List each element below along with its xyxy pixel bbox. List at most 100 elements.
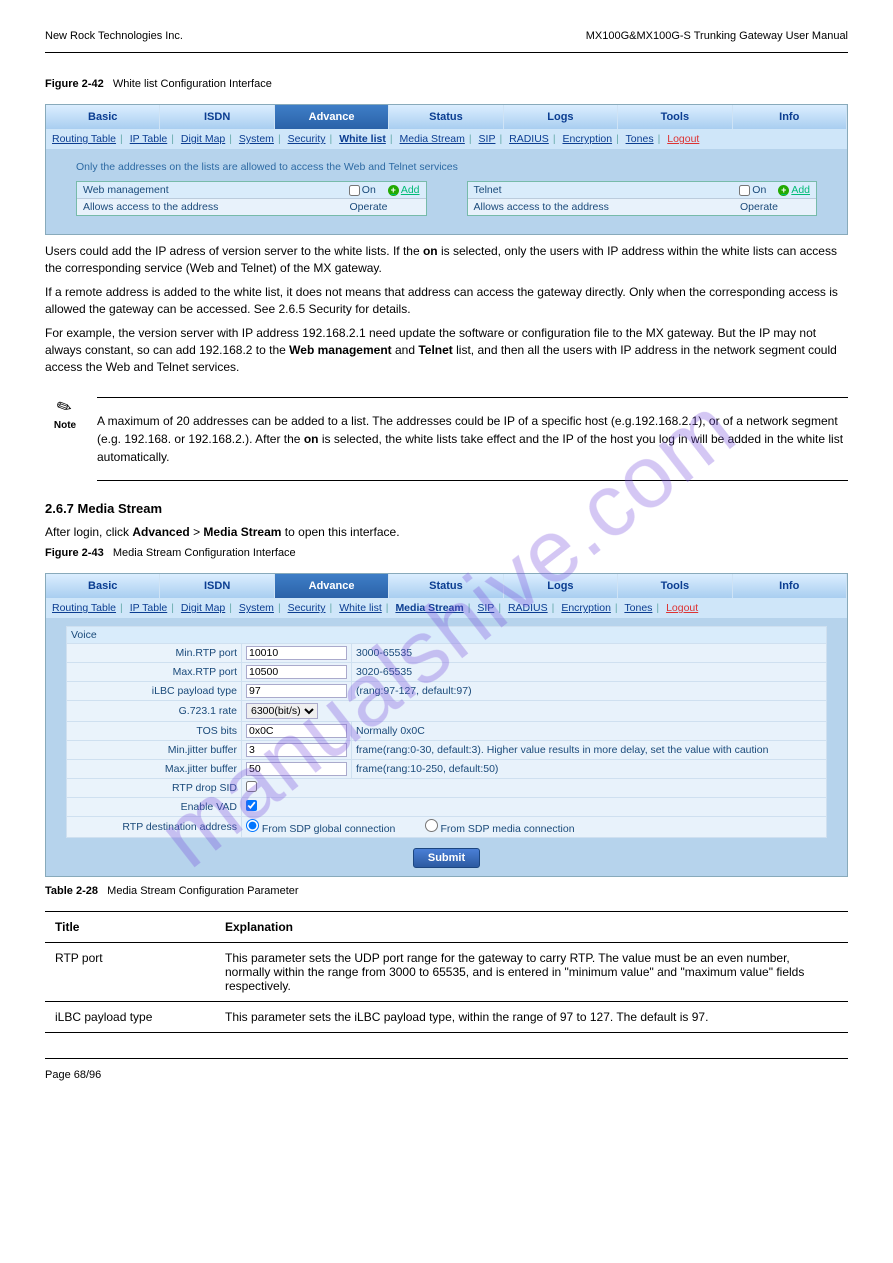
maxjb-hint: frame(rang:10-250, default:50)	[352, 760, 827, 779]
subnav-2: Routing Table| IP Table| Digit Map| Syst…	[46, 598, 847, 618]
tab2-isdn[interactable]: ISDN	[160, 574, 274, 598]
tab-logs[interactable]: Logs	[504, 105, 618, 129]
rtpdest-media-radio[interactable]	[425, 819, 438, 832]
subnav2-iptable[interactable]: IP Table	[130, 602, 168, 614]
ilbc-hint: (rang:97-127, default:97)	[352, 682, 827, 701]
rtpdest-global[interactable]: From SDP global connection	[246, 823, 395, 835]
subnav2-sip[interactable]: SIP	[477, 602, 494, 614]
ilbc-label: iLBC payload type	[67, 682, 242, 701]
subnav-digitmap[interactable]: Digit Map	[181, 133, 225, 145]
telnet-on-checkbox[interactable]	[739, 185, 750, 196]
tos-hint: Normally 0x0C	[352, 722, 827, 741]
p3d: Telnet	[418, 343, 452, 357]
subnav-iptable[interactable]: IP Table	[130, 133, 168, 145]
tab2-status[interactable]: Status	[389, 574, 503, 598]
whitelist-panel: Basic ISDN Advance Status Logs Tools Inf…	[45, 104, 848, 235]
subnav2-security[interactable]: Security	[288, 602, 326, 614]
rtpdest-opt1-label: From SDP global connection	[262, 823, 395, 835]
subnav2-system[interactable]: System	[239, 602, 274, 614]
subnav2-encryption[interactable]: Encryption	[561, 602, 611, 614]
telnet-add-link[interactable]: + Add	[778, 184, 810, 196]
subnav-mediastream[interactable]: Media Stream	[400, 133, 465, 145]
tab2-tools[interactable]: Tools	[618, 574, 732, 598]
para-2: If a remote address is added to the whit…	[45, 284, 848, 319]
g723-select[interactable]: 6300(bit/s)	[246, 703, 318, 719]
tab2-info[interactable]: Info	[733, 574, 847, 598]
tos-label: TOS bits	[67, 722, 242, 741]
tab2-basic[interactable]: Basic	[46, 574, 160, 598]
note-text: A maximum of 20 addresses can be added t…	[97, 398, 848, 480]
section-267-title: 2.6.7 Media Stream	[45, 501, 848, 516]
min-rtp-label: Min.RTP port	[67, 644, 242, 663]
web-on-checkbox[interactable]	[349, 185, 360, 196]
section-267-lead: After login, click Advanced > Media Stre…	[45, 524, 848, 541]
deftable-r1-k: RTP port	[45, 943, 215, 1002]
max-rtp-input[interactable]	[246, 665, 347, 679]
web-whitelist-box: Web management On + Add Allows access to…	[76, 181, 427, 216]
subnav2-mediastream[interactable]: Media Stream	[395, 602, 463, 614]
maxjb-label: Max.jitter buffer	[67, 760, 242, 779]
para-3: For example, the version server with IP …	[45, 325, 848, 377]
g723-label: G.723.1 rate	[67, 701, 242, 722]
subnav-sip[interactable]: SIP	[479, 133, 496, 145]
tab-tools[interactable]: Tools	[618, 105, 732, 129]
note-b: on	[304, 432, 319, 446]
telnet-on-label: On	[752, 184, 766, 196]
web-add-label: Add	[401, 184, 420, 196]
tab-basic[interactable]: Basic	[46, 105, 160, 129]
table-28-caption: Table 2-28 Media Stream Configuration Pa…	[45, 885, 848, 897]
max-rtp-label: Max.RTP port	[67, 663, 242, 682]
subnav2-radius[interactable]: RADIUS	[508, 602, 548, 614]
deftable-r1-v: This parameter sets the UDP port range f…	[215, 943, 848, 1002]
web-on-label: On	[362, 184, 376, 196]
subnav-tones[interactable]: Tones	[626, 133, 654, 145]
telnet-on-toggle[interactable]: On	[739, 184, 766, 196]
vad-label: Enable VAD	[67, 798, 242, 817]
dropsid-checkbox[interactable]	[246, 781, 257, 792]
para-1: Users could add the IP adress of version…	[45, 243, 848, 278]
lead-c: >	[193, 525, 203, 539]
header-left: New Rock Technologies Inc.	[45, 30, 183, 42]
subnav-encryption[interactable]: Encryption	[562, 133, 612, 145]
minjb-input[interactable]	[246, 743, 347, 757]
note-label: Note	[45, 420, 85, 431]
subnav2-tones[interactable]: Tones	[624, 602, 652, 614]
subnav-routing[interactable]: Routing Table	[52, 133, 116, 145]
table-row: iLBC payload type This parameter sets th…	[45, 1002, 848, 1033]
tab2-advance[interactable]: Advance	[275, 574, 389, 598]
figure-42-caption: Figure 2-42 White list Configuration Int…	[45, 78, 848, 90]
figure-42-text: White list Configuration Interface	[113, 78, 272, 90]
subnav2-routing[interactable]: Routing Table	[52, 602, 116, 614]
maxjb-input[interactable]	[246, 762, 347, 776]
subnav-system[interactable]: System	[239, 133, 274, 145]
vad-checkbox[interactable]	[246, 800, 257, 811]
tbl28-prefix: Table 2-28	[45, 885, 98, 897]
tab2-logs[interactable]: Logs	[504, 574, 618, 598]
subnav: Routing Table| IP Table| Digit Map| Syst…	[46, 129, 847, 149]
tab-advance[interactable]: Advance	[275, 105, 389, 129]
web-on-toggle[interactable]: On	[349, 184, 376, 196]
tbl28-text: Media Stream Configuration Parameter	[107, 885, 298, 897]
rtpdest-opt2-label: From SDP media connection	[441, 823, 575, 835]
whitelist-hint: Only the addresses on the lists are allo…	[76, 161, 817, 173]
subnav-security[interactable]: Security	[288, 133, 326, 145]
subnav2-digitmap[interactable]: Digit Map	[181, 602, 225, 614]
tos-input[interactable]	[246, 724, 347, 738]
subnav-logout[interactable]: Logout	[667, 133, 699, 145]
max-rtp-hint: 3020-65535	[352, 663, 827, 682]
web-add-link[interactable]: + Add	[388, 184, 420, 196]
submit-button[interactable]: Submit	[413, 848, 480, 868]
subnav-radius[interactable]: RADIUS	[509, 133, 549, 145]
ilbc-input[interactable]	[246, 684, 347, 698]
tab-isdn[interactable]: ISDN	[160, 105, 274, 129]
min-rtp-input[interactable]	[246, 646, 347, 660]
figure-43-caption: Figure 2-43 Media Stream Configuration I…	[45, 547, 848, 559]
tab-status[interactable]: Status	[389, 105, 503, 129]
header-rule	[45, 52, 848, 53]
rtpdest-global-radio[interactable]	[246, 819, 259, 832]
rtpdest-media[interactable]: From SDP media connection	[425, 823, 575, 835]
subnav2-whitelist[interactable]: White list	[339, 602, 382, 614]
subnav2-logout[interactable]: Logout	[666, 602, 698, 614]
subnav-whitelist[interactable]: White list	[339, 133, 386, 145]
tab-info[interactable]: Info	[733, 105, 847, 129]
